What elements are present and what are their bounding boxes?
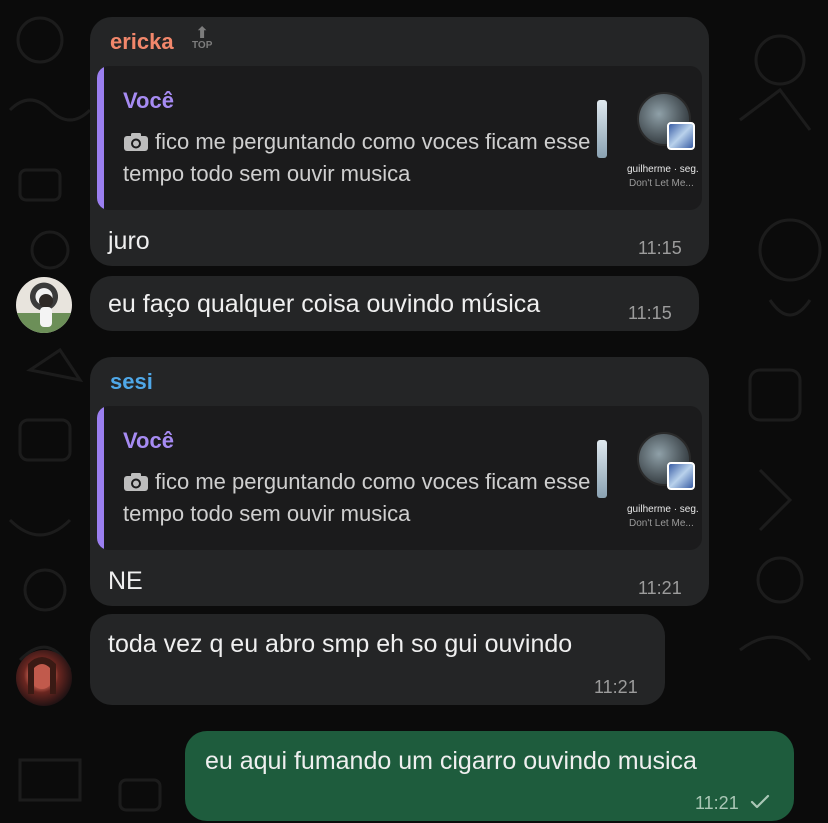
album-cover-thumbnail [667,122,695,150]
camera-icon [124,473,148,491]
message-time: 11:21 [695,793,739,813]
quoted-message[interactable]: Você fico me perguntando como voces fica… [97,406,702,550]
thumbnail-caption-user: guilherme · seg. [627,164,699,175]
quote-author: Você [123,88,174,113]
message-bubble-ericka-2[interactable]: eu faço qualquer coisa ouvindo música 11… [90,276,699,331]
message-text: eu aqui fumando um cigarro ouvindo music… [205,747,697,775]
camera-icon [124,133,148,151]
avatar-photo [16,294,72,333]
message-text: NE [108,567,143,595]
message-bubble-outgoing[interactable]: eu aqui fumando um cigarro ouvindo music… [185,731,794,821]
message-time: 11:15 [628,303,672,323]
story-preview-strip [597,440,607,498]
sender-name[interactable]: ericka [110,29,174,55]
message-text: toda vez q eu abro smp eh so gui ouvindo [108,630,573,658]
quote-thumbnail: guilherme · seg. Don't Let Me... [597,92,702,210]
message-time: 11:15 [638,238,682,258]
message-bubble-sesi-2[interactable]: toda vez q eu abro smp eh so gui ouvindo… [90,614,665,705]
album-cover-thumbnail [667,462,695,490]
arrow-up-icon: ⬆ [195,25,209,42]
thumbnail-caption-user: guilherme · seg. [627,504,699,515]
top-fan-badge: ⬆ TOP [192,25,213,51]
quote-text: fico me perguntando como voces ficam ess… [123,469,591,526]
thumbnail-caption-song: Don't Let Me... [629,178,694,189]
quote-text-block: fico me perguntando como voces ficam ess… [123,466,603,530]
sender-name[interactable]: sesi [110,369,153,395]
story-preview-strip [597,100,607,158]
contact-avatar-sesi[interactable] [16,650,72,706]
thumbnail-caption-song: Don't Let Me... [629,518,694,529]
avatar-photo [28,657,56,694]
quote-text: fico me perguntando como voces ficam ess… [123,129,591,186]
quote-accent-bar [97,406,104,550]
message-text: eu faço qualquer coisa ouvindo música [108,290,541,318]
quote-text-block: fico me perguntando como voces ficam ess… [123,126,603,190]
checkmark-icon [750,794,770,809]
quote-author: Você [123,428,174,453]
quote-accent-bar [97,66,104,210]
message-time: 11:21 [638,578,682,598]
contact-avatar-ericka[interactable] [16,277,72,333]
message-bubble-sesi[interactable]: sesi Você fico me perguntando como voces… [90,357,709,606]
quote-thumbnail: guilherme · seg. Don't Let Me... [597,432,702,550]
message-time: 11:21 [594,677,638,697]
message-text: juro [108,227,150,255]
message-bubble-ericka[interactable]: ericka ⬆ TOP Você fico me perguntando co… [90,17,709,266]
top-badge-label: TOP [192,40,213,51]
quoted-message[interactable]: Você fico me perguntando como voces fica… [97,66,702,210]
